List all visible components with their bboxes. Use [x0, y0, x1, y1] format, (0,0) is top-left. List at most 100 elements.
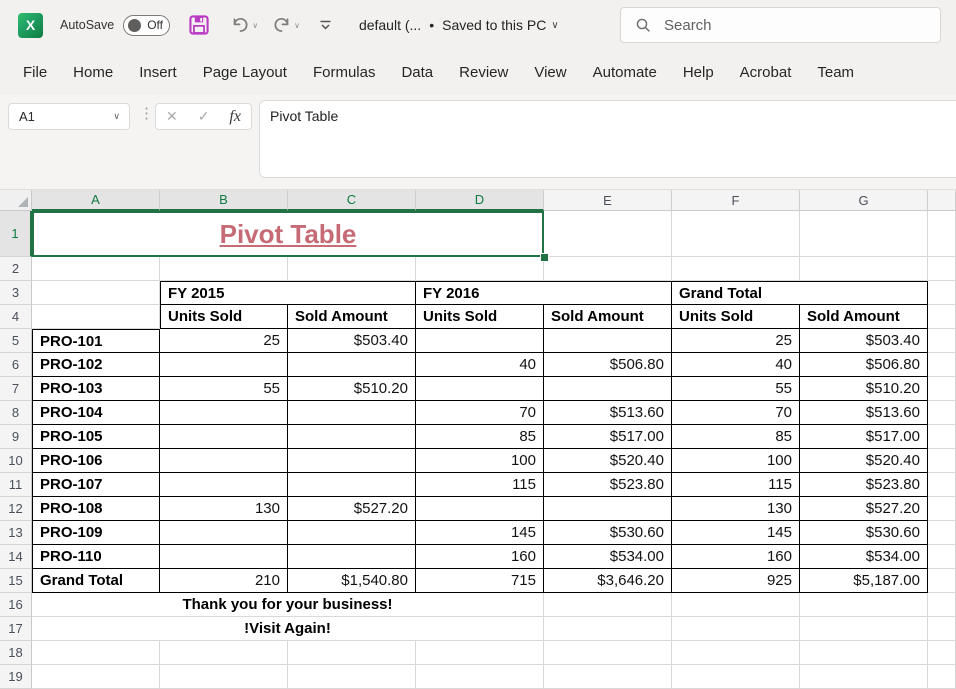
cell-value[interactable]: $530.60: [800, 521, 928, 545]
cell-value[interactable]: 70: [416, 401, 544, 425]
row-header-2[interactable]: 2: [0, 257, 32, 281]
menu-item-view[interactable]: View: [521, 50, 579, 95]
menu-item-acrobat[interactable]: Acrobat: [727, 50, 805, 95]
grid-cell[interactable]: [288, 665, 416, 689]
grid-cell[interactable]: [928, 329, 956, 353]
grid-cell[interactable]: [928, 545, 956, 569]
row-header-3[interactable]: 3: [0, 281, 32, 305]
grid-cell[interactable]: [544, 665, 672, 689]
cell-value[interactable]: [288, 353, 416, 377]
customize-quick-access-button[interactable]: [318, 18, 333, 32]
grid-cell[interactable]: [800, 665, 928, 689]
cell-value[interactable]: 25: [160, 329, 288, 353]
grid-cell[interactable]: [672, 665, 800, 689]
cell-value[interactable]: [160, 425, 288, 449]
column-header-a[interactable]: A: [32, 190, 160, 211]
cell-value[interactable]: [160, 473, 288, 497]
menu-item-data[interactable]: Data: [388, 50, 446, 95]
cell-value[interactable]: [416, 329, 544, 353]
grid-cell[interactable]: [544, 593, 672, 617]
redo-button[interactable]: ∨: [272, 15, 300, 35]
cell-value[interactable]: 115: [416, 473, 544, 497]
grid-cell[interactable]: [928, 257, 956, 281]
cell-value[interactable]: [544, 377, 672, 401]
row-header-10[interactable]: 10: [0, 449, 32, 473]
cell-value[interactable]: 160: [672, 545, 800, 569]
grid-cell[interactable]: [416, 641, 544, 665]
grid-cell[interactable]: [32, 281, 160, 305]
cell-value[interactable]: $527.20: [800, 497, 928, 521]
cell-value[interactable]: [160, 353, 288, 377]
cell-value[interactable]: 55: [672, 377, 800, 401]
group-header-fy-2015[interactable]: FY 2015: [160, 281, 416, 305]
cell-value[interactable]: [288, 449, 416, 473]
autosave-toggle[interactable]: Off: [123, 15, 170, 36]
cell-value[interactable]: $517.00: [800, 425, 928, 449]
column-header-b[interactable]: B: [160, 190, 288, 211]
menu-item-page-layout[interactable]: Page Layout: [190, 50, 300, 95]
cell-value[interactable]: $517.00: [544, 425, 672, 449]
row-header-13[interactable]: 13: [0, 521, 32, 545]
row-label-pro-102[interactable]: PRO-102: [32, 353, 160, 377]
grid-cell[interactable]: [928, 641, 956, 665]
undo-button[interactable]: ∨: [230, 15, 258, 35]
cell-value[interactable]: [160, 401, 288, 425]
row-header-15[interactable]: 15: [0, 569, 32, 593]
excel-logo-icon[interactable]: X: [18, 13, 43, 38]
cell-value[interactable]: 25: [672, 329, 800, 353]
menu-item-home[interactable]: Home: [60, 50, 126, 95]
cell-value[interactable]: $506.80: [800, 353, 928, 377]
cell-value[interactable]: $530.60: [544, 521, 672, 545]
grid-cell[interactable]: [928, 473, 956, 497]
cell-value[interactable]: $510.20: [288, 377, 416, 401]
cell-value[interactable]: 70: [672, 401, 800, 425]
cell-value[interactable]: $513.60: [800, 401, 928, 425]
grid-cell[interactable]: [928, 353, 956, 377]
column-label-sold-amount[interactable]: Sold Amount: [288, 305, 416, 329]
row-header-4[interactable]: 4: [0, 305, 32, 329]
cell-value[interactable]: [288, 521, 416, 545]
formula-bar-drag-handle-icon[interactable]: ⋮: [139, 104, 153, 122]
column-header-d[interactable]: D: [416, 190, 544, 211]
grid-cell[interactable]: [672, 617, 800, 641]
cell-value[interactable]: 40: [672, 353, 800, 377]
grid-cell[interactable]: [672, 641, 800, 665]
column-header-e[interactable]: E: [544, 190, 672, 211]
cell-value[interactable]: 115: [672, 473, 800, 497]
row-label-pro-109[interactable]: PRO-109: [32, 521, 160, 545]
cell-value[interactable]: $520.40: [800, 449, 928, 473]
row-header-8[interactable]: 8: [0, 401, 32, 425]
grid-cell[interactable]: [800, 641, 928, 665]
document-title[interactable]: default (...: [359, 17, 421, 33]
grid-cell[interactable]: [928, 449, 956, 473]
menu-item-help[interactable]: Help: [670, 50, 727, 95]
cell-value[interactable]: [416, 497, 544, 521]
grid-cell[interactable]: [32, 305, 160, 329]
column-header-c[interactable]: C: [288, 190, 416, 211]
row-label-pro-108[interactable]: PRO-108: [32, 497, 160, 521]
column-label-units-sold[interactable]: Units Sold: [160, 305, 288, 329]
grid-cell[interactable]: [800, 257, 928, 281]
cell-value[interactable]: 925: [672, 569, 800, 593]
column-header-g[interactable]: G: [800, 190, 928, 211]
enter-icon[interactable]: ✓: [198, 108, 210, 125]
cell-value[interactable]: $503.40: [800, 329, 928, 353]
cell-value[interactable]: [288, 425, 416, 449]
row-label-pro-104[interactable]: PRO-104: [32, 401, 160, 425]
cell-value[interactable]: $523.80: [544, 473, 672, 497]
cell-value[interactable]: $520.40: [544, 449, 672, 473]
grid-cell[interactable]: [800, 617, 928, 641]
cell-value[interactable]: 40: [416, 353, 544, 377]
grid-cell[interactable]: [928, 521, 956, 545]
cell-value[interactable]: 85: [672, 425, 800, 449]
formula-input[interactable]: Pivot Table: [259, 100, 956, 178]
grid-cell[interactable]: [160, 641, 288, 665]
column-header-partial[interactable]: [928, 190, 956, 211]
cancel-icon[interactable]: ✕: [166, 108, 178, 125]
row-header-9[interactable]: 9: [0, 425, 32, 449]
row-label-pro-103[interactable]: PRO-103: [32, 377, 160, 401]
menu-item-review[interactable]: Review: [446, 50, 521, 95]
save-button[interactable]: [188, 14, 210, 36]
cell-value[interactable]: 130: [160, 497, 288, 521]
cell-value[interactable]: $513.60: [544, 401, 672, 425]
